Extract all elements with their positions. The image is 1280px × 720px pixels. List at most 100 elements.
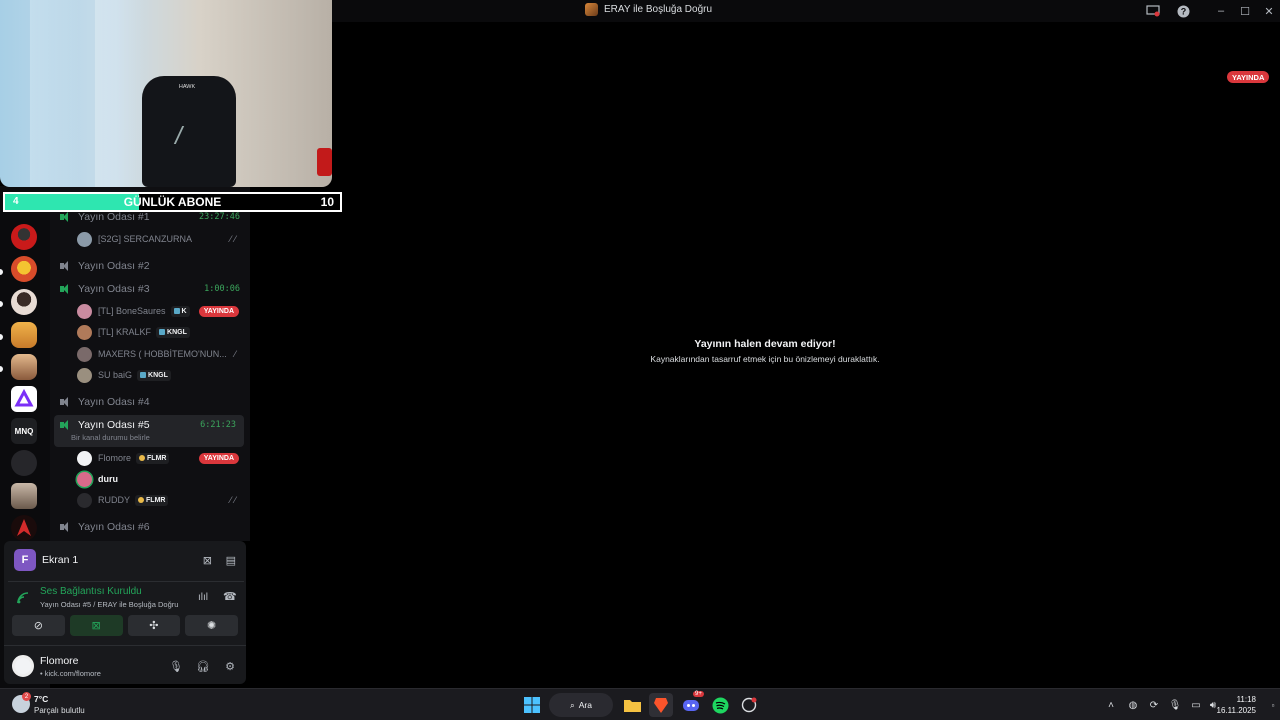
channel-status[interactable]: Bir kanal durumu belirle <box>71 433 150 442</box>
user-name[interactable]: Flomore <box>40 655 79 667</box>
file-explorer-button[interactable] <box>620 693 644 717</box>
crown-icon <box>138 497 145 503</box>
user-name: SU baiG <box>98 370 133 380</box>
screen-share-icon[interactable] <box>1145 3 1161 19</box>
minimize-icon[interactable]: – <box>1209 2 1233 20</box>
weather-badge: 2 <box>22 692 31 701</box>
signal-icon[interactable] <box>16 591 32 605</box>
soundboard-button[interactable]: ✺ <box>185 615 238 636</box>
microphone-icon[interactable]: 🎙︎ <box>168 658 184 674</box>
network-icon[interactable]: ▭ <box>1189 698 1203 712</box>
paused-title: Yayının halen devam ediyor! <box>694 338 836 350</box>
speaker-icon <box>60 211 72 223</box>
app-button[interactable] <box>737 693 761 717</box>
discord-button[interactable]: 9+ <box>679 691 704 717</box>
voice-user[interactable]: [S2G] SERCANZURNA ⁄⁄ <box>77 230 247 248</box>
server-icon-7[interactable]: MNQ <box>11 418 37 444</box>
close-icon[interactable]: ✕ <box>1257 2 1280 20</box>
voice-connection: Ses Bağlantısı Kuruldu Yayın Odası #5 / … <box>8 581 244 615</box>
server-icon-2[interactable] <box>11 256 37 282</box>
activities-button[interactable]: ✣ <box>127 615 181 636</box>
stop-stream-icon[interactable]: ⊠ <box>203 554 212 567</box>
maximize-icon[interactable]: ☐ <box>1233 2 1257 20</box>
tag-icon <box>140 372 147 378</box>
voice-status[interactable]: Ses Bağlantısı Kuruldu <box>40 586 142 597</box>
stream-settings-icon[interactable]: ▤ <box>226 554 236 567</box>
weather-condition[interactable]: Parçalı bulutlu <box>34 706 85 715</box>
server-icon-1[interactable] <box>11 224 37 250</box>
clan-tag: KNGL <box>137 369 171 381</box>
tray-app-icon[interactable]: ◍ <box>1126 698 1140 712</box>
voice-user[interactable]: SU baiG KNGL <box>77 366 247 384</box>
chevron-up-icon[interactable]: ˄ <box>1104 698 1118 712</box>
clock[interactable]: 11:18 16.11.2025 <box>1217 694 1256 716</box>
chair-logo: HAWK <box>178 84 196 90</box>
temperature[interactable]: 7°C <box>34 694 48 704</box>
user-name: Flomore <box>98 453 132 463</box>
voice-channel[interactable]: Yayın Odası #4 <box>60 392 248 412</box>
headphones-icon[interactable]: 🎧︎ <box>195 658 211 674</box>
user-avatar[interactable] <box>12 655 34 677</box>
gear-icon[interactable]: ⚙ <box>222 658 238 674</box>
voice-controls: ⊘ ⊠ ✣ ✺ <box>12 615 238 636</box>
tag-icon <box>173 308 180 314</box>
voice-channel[interactable]: Yayın Odası #2 <box>60 256 248 276</box>
activities-icon: ✣ <box>149 620 159 632</box>
help-icon[interactable]: ? <box>1175 3 1191 19</box>
notification-icon[interactable]: ▫ <box>1266 698 1280 712</box>
speaker-icon <box>60 521 72 533</box>
avatar <box>77 324 92 340</box>
channel-name: Yayın Odası #1 <box>78 211 150 223</box>
microphone-icon[interactable]: 🎙︎ <box>1168 698 1182 712</box>
search-label: Ara <box>578 700 592 710</box>
avatar <box>77 492 92 508</box>
soundboard-icon: ✺ <box>207 620 217 632</box>
channel-list: Yayın Odası #1 23:27:46 [S2G] SERCANZURN… <box>50 186 250 541</box>
brave-browser-button[interactable] <box>649 693 673 717</box>
user-name: MAXERS ( HOBBİTEMO'NUN... <box>98 349 227 359</box>
channel-name: Yayın Odası #5 <box>78 419 150 431</box>
voice-user[interactable]: Flomore FLMR YAYINDA <box>77 449 247 467</box>
live-badge: YAYINDA <box>198 305 239 317</box>
avatar <box>77 346 92 362</box>
screen-share-row: F Ekran 1 ⊠ ▤ <box>14 549 242 571</box>
camera-off-button[interactable]: ⊘ <box>12 615 65 636</box>
sync-icon[interactable]: ⟳ <box>1147 698 1161 712</box>
channel-name: Yayın Odası #6 <box>78 521 150 533</box>
unread-pill <box>0 366 3 372</box>
user-status: • kick.com/flomore <box>40 669 101 678</box>
voice-user[interactable]: MAXERS ( HOBBİTEMO'NUN... ⁄ <box>77 345 247 363</box>
user-name: [TL] BoneSaures <box>98 306 166 316</box>
screen-share-button[interactable]: ⊠ <box>69 615 123 636</box>
voice-channel[interactable]: Yayın Odası #3 1:00:06 <box>60 279 248 299</box>
server-icon-3[interactable] <box>11 289 37 315</box>
taskbar: 2 7°C Parçalı bulutlu ⌕ Ara 9+ ˄ ◍ ⟳ 🎙︎ … <box>0 688 1280 720</box>
noise-suppression-icon[interactable]: ılıl <box>198 592 208 603</box>
voice-user[interactable]: duru <box>77 470 247 488</box>
voice-user[interactable]: [TL] KRALKF KNGL <box>77 323 247 341</box>
voice-user[interactable]: [TL] BoneSaures K YAYINDA <box>77 302 247 320</box>
camera-off-icon: ⊘ <box>33 620 43 632</box>
sub-goal-target: 10 <box>320 195 334 209</box>
server-icon-4[interactable] <box>11 322 37 348</box>
gaming-chair: HAWK <box>142 76 236 187</box>
voice-channel[interactable]: Yayın Odası #6 <box>60 517 248 537</box>
server-icon-10[interactable] <box>11 515 37 541</box>
server-icon <box>585 3 598 16</box>
server-icon-9[interactable] <box>11 483 37 509</box>
server-icon-5[interactable] <box>11 354 37 380</box>
server-icon-6[interactable] <box>11 386 37 412</box>
voice-channel-active[interactable]: Yayın Odası #5 6:21:23 Bir kanal durumu … <box>54 415 244 447</box>
muted-deafened-icon: ⁄⁄ <box>229 495 239 505</box>
spotify-button[interactable] <box>708 693 732 717</box>
search-button[interactable]: ⌕ Ara <box>549 693 613 717</box>
avatar <box>77 471 92 487</box>
voice-user[interactable]: RUDDY FLMR ⁄⁄ <box>77 491 247 509</box>
server-icon-8[interactable] <box>11 450 37 476</box>
disconnect-icon[interactable]: ☎ <box>223 590 237 603</box>
stream-paused-message: Yayının halen devam ediyor! Kaynaklarınd… <box>533 338 997 364</box>
voice-channel-path[interactable]: Yayın Odası #5 / ERAY ile Boşluğa Doğru <box>40 600 178 609</box>
start-button[interactable] <box>520 693 544 717</box>
window-title-text: ERAY ile Boşluğa Doğru <box>604 4 713 15</box>
curtain <box>30 0 80 187</box>
